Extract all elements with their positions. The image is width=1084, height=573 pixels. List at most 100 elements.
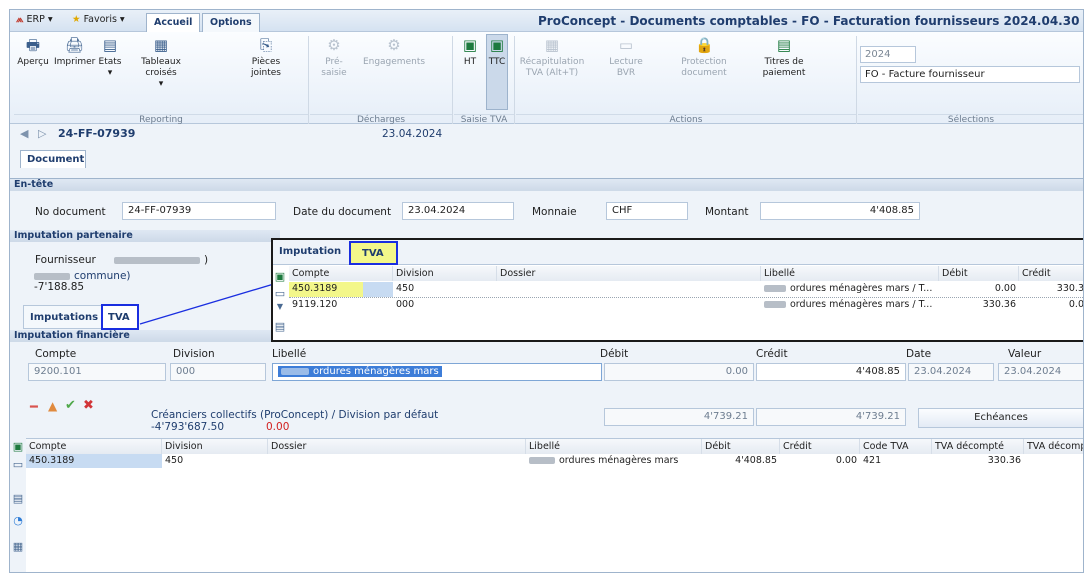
popup-cell-libelle[interactable]: ordures ménagères mars / T... xyxy=(761,298,939,312)
popup-tab-tva[interactable]: TVA xyxy=(349,241,398,265)
valeur-field[interactable]: 23.04.2024 xyxy=(998,363,1083,381)
popup-cell-compte[interactable]: 9119.120 xyxy=(289,298,393,312)
apercu-button[interactable]: 🖶 Aperçu xyxy=(14,36,52,68)
prev-arrow-icon[interactable]: ◀ xyxy=(20,127,28,140)
etats-button[interactable]: ▤ Etats ▾ xyxy=(96,36,124,79)
tab-document[interactable]: Document xyxy=(20,150,86,168)
presaisie-button[interactable]: ⚙ Pré- saisie xyxy=(316,36,352,79)
grid-cell-debit[interactable]: 4'408.85 xyxy=(702,454,780,468)
remove-icon[interactable]: ━ xyxy=(30,400,38,415)
grid-header-compte[interactable]: Compte xyxy=(26,439,162,454)
save-icon[interactable]: ▭ xyxy=(11,458,25,472)
erp-menu[interactable]: ⩕ ERP ▾ xyxy=(16,14,53,28)
tableaux-croises-button[interactable]: ▦ Tableaux croisés ▾ xyxy=(127,36,195,90)
division-field[interactable]: 000 xyxy=(170,363,266,381)
cell-highlight xyxy=(363,282,393,297)
engagements-button[interactable]: ⚙ Engagements xyxy=(362,36,426,68)
grid-header-debit[interactable]: Débit xyxy=(702,439,780,454)
credit-label: Crédit xyxy=(756,348,788,360)
popup-cell-division[interactable]: 000 xyxy=(393,298,497,312)
tab-imputations[interactable]: Imputations xyxy=(23,305,106,329)
popup-cell-credit[interactable]: 0.0 xyxy=(1019,298,1083,312)
doc-number: 24-FF-07939 xyxy=(58,127,136,140)
date-document-field[interactable]: 23.04.2024 xyxy=(402,202,514,220)
grid-header-code-tva[interactable]: Code TVA xyxy=(860,439,932,454)
monnaie-label: Monnaie xyxy=(532,206,577,218)
popup-cell-dossier[interactable] xyxy=(497,282,761,296)
popup-excel-icon[interactable]: ▣ xyxy=(273,270,287,284)
popup-header-libelle[interactable]: Libellé xyxy=(761,266,939,281)
compte-field[interactable]: 9200.101 xyxy=(28,363,166,381)
grid-cell-tva-decompte[interactable]: 330.36 xyxy=(932,454,1024,468)
ht-button[interactable]: ▣ HT xyxy=(458,36,482,68)
lecture-bvr-button[interactable]: ▭ Lecture BVR xyxy=(604,36,648,79)
popup-header-dossier[interactable]: Dossier xyxy=(497,266,761,281)
no-document-field[interactable]: 24-FF-07939 xyxy=(122,202,276,220)
excel-export-icon[interactable]: ▣ xyxy=(11,440,25,454)
year-select[interactable]: 2024 xyxy=(860,46,916,63)
grid-header-tva-decompte[interactable]: TVA décompté xyxy=(932,439,1024,454)
division-label: Division xyxy=(173,348,215,360)
popup-header-credit[interactable]: Crédit xyxy=(1019,266,1083,281)
popup-dropdown-icon[interactable]: ▼ xyxy=(273,300,287,314)
recapitulation-tva-button[interactable]: ▦ Récapitulation TVA (Alt+T) xyxy=(518,36,586,79)
grid-cell-libelle[interactable]: ordures ménagères mars xyxy=(526,454,702,468)
fournisseur-label: Fournisseur xyxy=(35,254,96,266)
triangle-up-icon[interactable]: ▲ xyxy=(48,399,57,413)
grid-header-credit[interactable]: Crédit xyxy=(780,439,860,454)
debit-field[interactable]: 0.00 xyxy=(604,363,754,381)
popup-cell-division[interactable]: 450 xyxy=(393,282,497,296)
grid-header-division[interactable]: Division xyxy=(162,439,268,454)
popup-cell-debit[interactable]: 0.00 xyxy=(939,282,1019,296)
date-field[interactable]: 23.04.2024 xyxy=(908,363,994,381)
total-debit: 4'739.21 xyxy=(604,408,754,426)
popup-header-compte[interactable]: Compte xyxy=(289,266,393,281)
popup-form-icon[interactable]: ▤ xyxy=(273,320,287,334)
credit-field[interactable]: 4'408.85 xyxy=(756,363,906,381)
grid-cell-dossier[interactable] xyxy=(268,454,526,468)
popup-cell-libelle[interactable]: ordures ménagères mars / T... xyxy=(761,282,939,296)
form-icon[interactable]: ▤ xyxy=(11,492,25,506)
grid-header-dossier[interactable]: Dossier xyxy=(268,439,526,454)
redacted-name xyxy=(281,367,309,375)
creanciers-label: Créanciers collectifs (ProConcept) / Div… xyxy=(151,409,439,421)
ribbon-separator xyxy=(856,36,857,126)
popup-save-icon[interactable]: ▭ xyxy=(273,287,287,301)
popup-tab-imputation[interactable]: Imputation xyxy=(279,246,341,257)
monnaie-field[interactable]: CHF xyxy=(606,202,688,220)
montant-field[interactable]: 4'408.85 xyxy=(760,202,920,220)
tab-tva[interactable]: TVA xyxy=(101,304,139,330)
grid-cell-credit[interactable]: 0.00 xyxy=(780,454,860,468)
next-arrow-icon[interactable]: ▷ xyxy=(38,127,46,140)
tab-accueil[interactable]: Accueil xyxy=(146,13,201,32)
close-icon[interactable]: ✖ xyxy=(83,398,94,413)
libelle-field[interactable]: ordures ménagères mars xyxy=(272,363,602,381)
echeances-button[interactable]: Echéances xyxy=(918,408,1083,428)
popup-cell-debit[interactable]: 330.36 xyxy=(939,298,1019,312)
grid-cell-compte[interactable]: 450.3189 xyxy=(26,454,162,468)
protection-document-button[interactable]: 🔒 Protection document xyxy=(676,36,732,79)
grid-header-libelle[interactable]: Libellé xyxy=(526,439,702,454)
favoris-menu[interactable]: ★ Favoris ▾ xyxy=(72,14,125,28)
popup-header-division[interactable]: Division xyxy=(393,266,497,281)
pieces-jointes-button[interactable]: ⎘ Pièces jointes xyxy=(248,36,284,79)
grid-cell-tva-decomp[interactable] xyxy=(1024,454,1083,468)
popup-header-debit[interactable]: Débit xyxy=(939,266,1019,281)
title-bar: ⩕ ERP ▾ ★ Favoris ▾ Accueil Options ProC… xyxy=(10,10,1083,32)
calculator-icon[interactable]: ▦ xyxy=(11,540,25,554)
popup-cell-compte[interactable]: 450.3189 xyxy=(289,282,363,297)
redacted-name xyxy=(764,301,786,308)
grid-cell-division[interactable]: 450 xyxy=(162,454,268,468)
chart-icon[interactable]: ◔ xyxy=(11,514,25,528)
doc-type-select[interactable]: FO - Facture fournisseur xyxy=(860,66,1080,83)
imprimer-button[interactable]: 🖨 Imprimer xyxy=(54,36,95,68)
popup-cell-credit[interactable]: 330.3 xyxy=(1019,282,1083,296)
ttc-button[interactable]: ▣ TTC xyxy=(486,36,508,68)
popup-cell-dossier[interactable] xyxy=(497,298,761,312)
check-icon[interactable]: ✔ xyxy=(65,398,76,413)
grid-header-tva-decomp[interactable]: TVA décomp xyxy=(1024,439,1083,454)
grid-cell-code-tva[interactable]: 421 xyxy=(860,454,932,468)
redacted-name xyxy=(34,272,70,280)
titres-paiement-button[interactable]: ▤ Titres de paiement xyxy=(756,36,812,79)
tab-options[interactable]: Options xyxy=(202,13,260,32)
